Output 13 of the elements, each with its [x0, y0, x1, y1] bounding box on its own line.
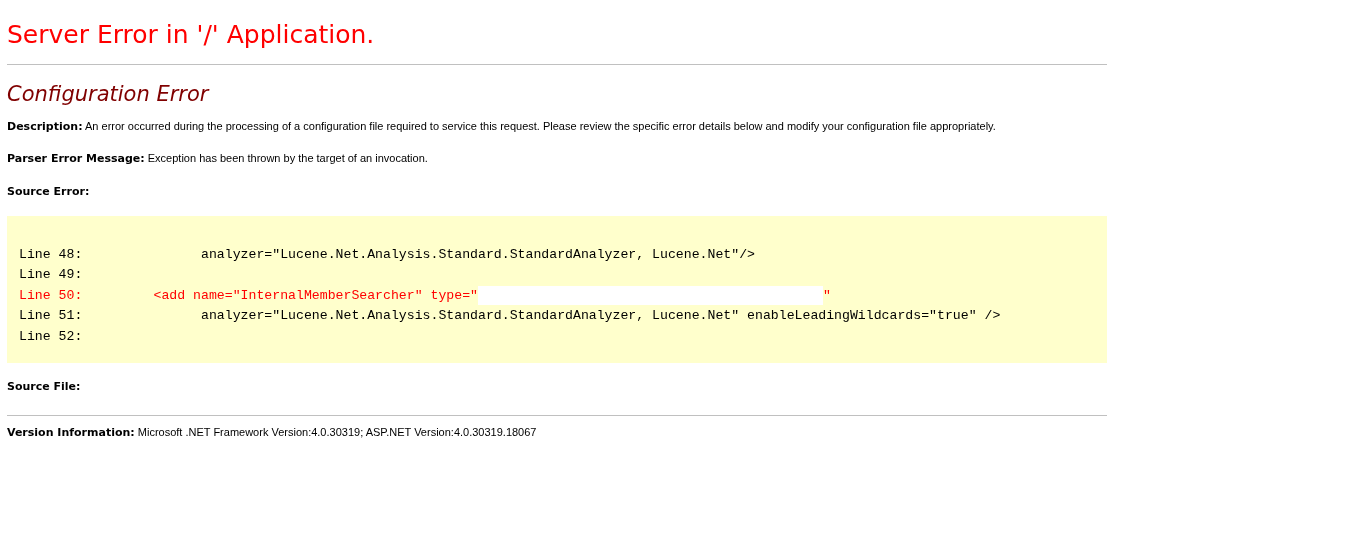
code-line: Line 50: <add name="InternalMemberSearcher" type=" — [19, 287, 478, 303]
code-line: " — [823, 287, 831, 303]
parser-error-text: Parser Error Message: Exception has been thrown by the target of an invocation. — [7, 151, 429, 167]
description-text: Description: An error occurred during the processing of a configuration file required to service this request. Please review the specific error details below and modify your configuration file appropriately. — [7, 119, 997, 135]
version-text: Version Information: Microsoft .NET Framework Version:4.0.30319; ASP.NET Version:4.0.30319.18067 — [7, 424, 538, 441]
source-file-label: Source File: — [7, 379, 81, 393]
code-line: Line 51: analyzer="Lucene.Net.Analysis.Standard.StandardAnalyzer, Lucene.Net" enableLeadingWildcards="true" /> — [19, 308, 1001, 324]
code-line: Line 52: — [19, 328, 83, 344]
code-line: Line 48: analyzer="Lucene.Net.Analysis.Standard.StandardAnalyzer, Lucene.Net"/> — [19, 246, 755, 262]
page-title: Server Error in '/' Application. — [7, 20, 376, 50]
error-title: Configuration Error — [7, 82, 211, 106]
code-line: Line 49: — [19, 267, 83, 283]
source-error-label: Source Error: — [7, 185, 90, 198]
